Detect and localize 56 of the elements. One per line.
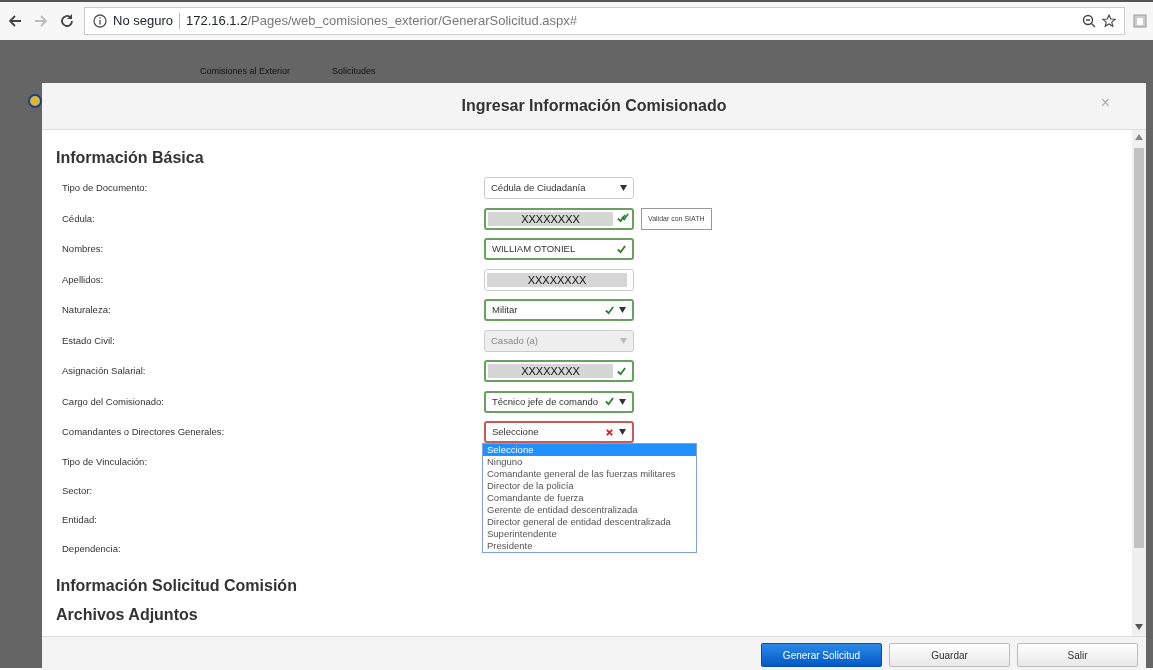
caret-icon	[620, 185, 627, 192]
check-icon	[605, 305, 614, 315]
dropdown-option[interactable]: Presidente	[483, 540, 696, 553]
logo-icon	[28, 94, 42, 108]
scroll-down-icon[interactable]	[1135, 624, 1143, 630]
section-heading: Archivos Adjuntos	[56, 604, 199, 625]
modal-title: Ingresar Información Comisionado	[461, 96, 727, 116]
caret-icon	[619, 398, 626, 405]
input-field[interactable]: XXXXXXXX	[484, 207, 634, 230]
field-label: Tipo de Vinculación:	[61, 455, 149, 470]
check-icon	[605, 397, 614, 407]
dropdown-option[interactable]: Director general de entidad descentralizada	[483, 516, 696, 529]
dropdown-option[interactable]: Director de la policía	[483, 480, 696, 493]
dropdown-option[interactable]: Comandante de fuerza	[483, 492, 696, 505]
field-label: Cargo del Comisionado:	[61, 394, 165, 409]
field-label: Tipo de Documento:	[61, 181, 149, 196]
url-text[interactable]: 172.16.1.2/Pages/web_comisiones_exterior/GenerarSolicitud.aspx#	[186, 11, 577, 31]
input-field[interactable]: XXXXXXXX	[484, 268, 634, 291]
dropdown-option[interactable]: Superintendente	[483, 528, 696, 541]
field-label: Cédula:	[61, 211, 96, 226]
error-icon	[605, 427, 614, 437]
security-label: No seguro	[113, 12, 173, 31]
check-icon	[617, 366, 626, 376]
section-heading: Información Básica	[56, 148, 205, 168]
dropdown-option[interactable]: Comandante general de las fuerzas militares	[483, 468, 696, 481]
star-icon[interactable]	[1102, 14, 1116, 28]
footer-button[interactable]: Generar Solicitud	[761, 643, 882, 667]
field-label: Estado Civil:	[61, 333, 116, 348]
caret-icon	[619, 307, 626, 314]
field-label: Naturaleza:	[61, 303, 112, 318]
select-field[interactable]: Seleccione	[484, 421, 634, 444]
field-label: Sector:	[61, 484, 94, 499]
zoom-out-icon[interactable]	[1082, 14, 1096, 28]
select-field[interactable]: Cédula de Ciudadanía	[484, 177, 634, 200]
input-field[interactable]: WILLIAM OTONIEL	[484, 238, 634, 261]
reload-icon[interactable]	[58, 12, 76, 30]
field-label: Comandantes o Directores Generales:	[61, 425, 226, 440]
select-field[interactable]: Militar	[484, 299, 634, 322]
field-label: Dependencia:	[61, 542, 122, 557]
caret-icon	[619, 429, 626, 436]
scrollbar[interactable]	[1132, 130, 1146, 636]
caret-icon	[620, 337, 627, 344]
field-label: Apellidos:	[61, 272, 105, 287]
select-field[interactable]: Técnico jefe de comando	[484, 390, 634, 413]
footer-button[interactable]: Guardar	[889, 643, 1010, 667]
input-field[interactable]: XXXXXXXX	[484, 360, 634, 383]
dropdown-option[interactable]: Gerente de entidad descentralizada	[483, 504, 696, 517]
field-label: Nombres:	[61, 242, 105, 257]
footer-button[interactable]: Salir	[1017, 643, 1138, 667]
section-heading: Información Solicitud Comisión	[56, 575, 298, 595]
field-label: Asignación Salarial:	[61, 364, 147, 379]
scroll-up-icon[interactable]	[1135, 134, 1143, 140]
info-icon[interactable]	[93, 14, 107, 28]
dropdown-option[interactable]: Ninguno	[483, 456, 696, 469]
field-label: Entidad:	[61, 513, 98, 528]
check-icon	[617, 244, 626, 254]
